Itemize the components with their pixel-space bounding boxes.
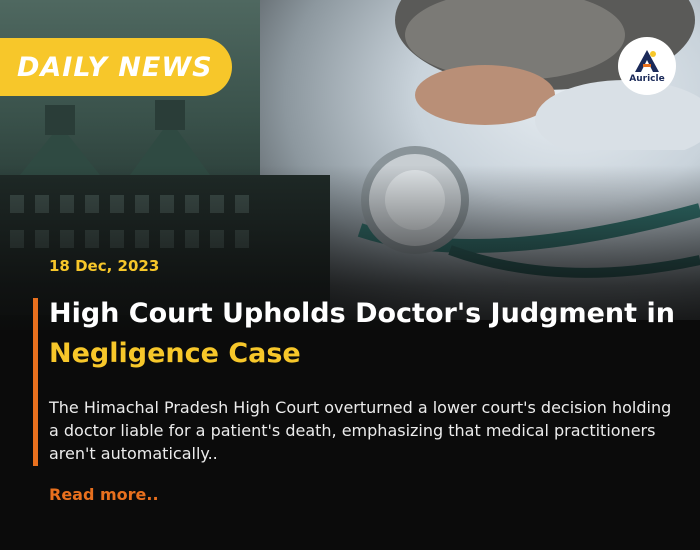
news-card: DAILY NEWS Auricle 18 Dec, 2023 High Cou… [0, 0, 700, 550]
auricle-logo-icon [635, 49, 659, 72]
auricle-logo: Auricle [618, 37, 676, 95]
article-summary: The Himachal Pradesh High Court overturn… [49, 398, 672, 463]
headline-highlight: Negligence Case [49, 338, 301, 369]
daily-news-label: DAILY NEWS [17, 51, 213, 83]
logo-text: Auricle [629, 73, 665, 84]
daily-news-badge: DAILY NEWS [0, 38, 232, 96]
headline-text: High Court Upholds Doctor's Judgment in [49, 298, 675, 329]
article-headline: High Court Upholds Doctor's Judgment in … [49, 294, 694, 374]
headline-accent-bar [33, 298, 38, 466]
article-date: 18 Dec, 2023 [49, 257, 160, 275]
read-more-link[interactable]: Read more.. [49, 485, 159, 504]
